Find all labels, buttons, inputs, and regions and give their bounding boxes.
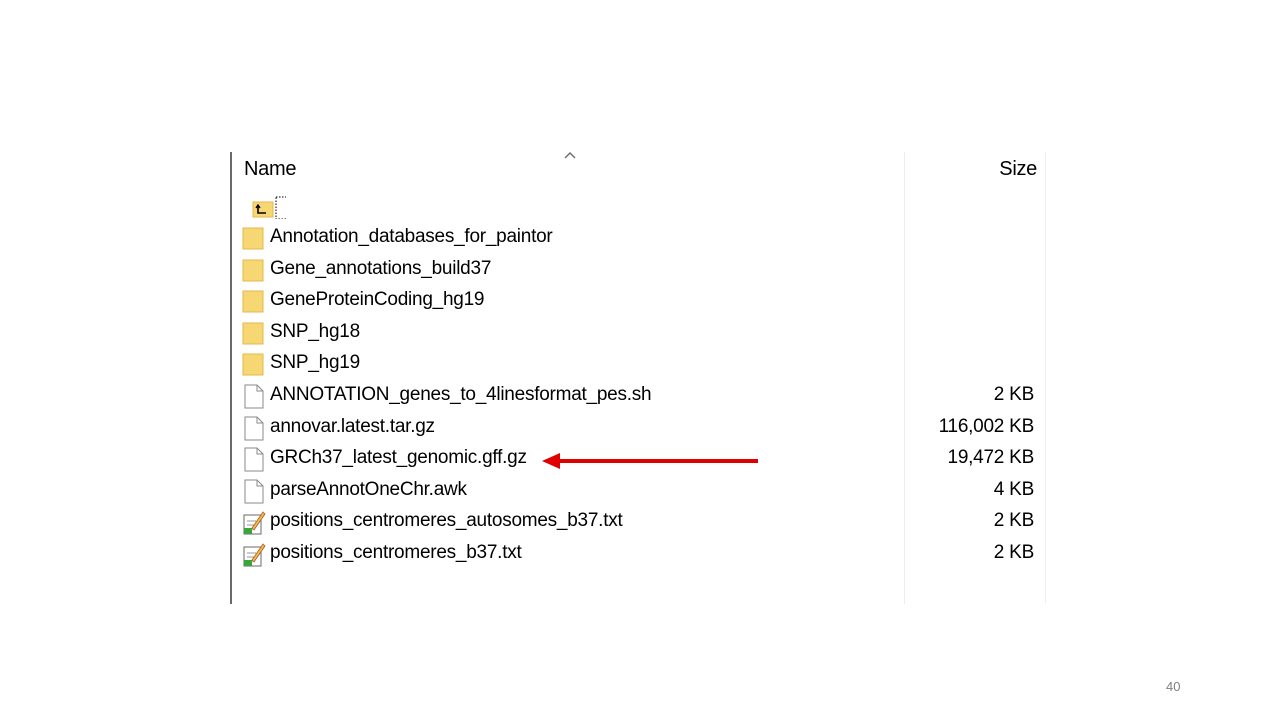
file-list-panel: Name Size Annotation_databases_for_paint… xyxy=(230,152,1046,604)
file-size: 2 KB xyxy=(993,384,1034,405)
file-icon xyxy=(244,447,264,472)
folder-icon xyxy=(242,227,264,250)
file-name: SNP_hg18 xyxy=(270,320,360,342)
red-arrow-icon xyxy=(542,453,758,469)
file-name: positions_centromeres_autosomes_b37.txt xyxy=(270,510,623,532)
file-row[interactable]: positions_centromeres_autosomes_b37.txt 2… xyxy=(232,506,1046,537)
file-icon xyxy=(244,384,264,409)
file-size: 2 KB xyxy=(993,510,1034,532)
folder-icon xyxy=(242,259,264,282)
file-name: parseAnnotOneChr.awk xyxy=(270,478,467,500)
file-icon xyxy=(244,416,264,441)
file-row[interactable]: ANNOTATION_genes_to_4linesformat_pes.sh 2… xyxy=(232,380,1046,411)
file-size: 4 KB xyxy=(993,478,1034,500)
text-file-icon xyxy=(243,511,266,535)
folder-icon xyxy=(242,290,264,313)
folder-icon xyxy=(242,353,264,376)
file-row[interactable]: GeneProteinCoding_hg19 xyxy=(232,285,1046,316)
file-name: annovar.latest.tar.gz xyxy=(270,415,435,437)
folder-icon xyxy=(242,322,264,345)
column-header-name[interactable]: Name xyxy=(244,158,296,181)
file-row[interactable]: parseAnnotOneChr.awk 4 KB xyxy=(232,475,1046,506)
file-size: 2 KB xyxy=(993,542,1034,563)
file-row[interactable]: positions_centromeres_b37.txt 2 KB xyxy=(232,538,1046,569)
file-name: GeneProteinCoding_hg19 xyxy=(270,289,485,311)
file-name: SNP_hg19 xyxy=(270,352,360,374)
file-row[interactable]: Annotation_databases_for_paintor xyxy=(232,222,1046,253)
folder-up-icon xyxy=(252,196,286,219)
file-name: Gene_annotations_build37 xyxy=(270,257,492,279)
text-file-icon xyxy=(243,543,266,567)
file-size: 116,002 KB xyxy=(938,415,1035,437)
file-name: Annotation_databases_for_paintor xyxy=(270,226,553,247)
parent-folder-row[interactable] xyxy=(232,190,1046,221)
file-name: positions_centromeres_b37.txt xyxy=(270,542,522,563)
file-name: ANNOTATION_genes_to_4linesformat_pes.sh xyxy=(270,384,652,405)
page-number: 40 xyxy=(1166,679,1181,694)
file-icon xyxy=(244,479,264,504)
chevron-up-icon xyxy=(564,152,576,159)
file-row[interactable]: annovar.latest.tar.gz 116,002 KB xyxy=(232,412,1046,443)
file-row[interactable]: SNP_hg19 xyxy=(232,348,1046,379)
file-name: GRCh37_latest_genomic.gff.gz xyxy=(270,447,527,469)
file-row[interactable]: SNP_hg18 xyxy=(232,317,1046,348)
file-size: 19,472 KB xyxy=(947,447,1035,469)
file-row[interactable]: Gene_annotations_build37 xyxy=(232,254,1046,285)
column-header-size[interactable]: Size xyxy=(999,158,1037,181)
